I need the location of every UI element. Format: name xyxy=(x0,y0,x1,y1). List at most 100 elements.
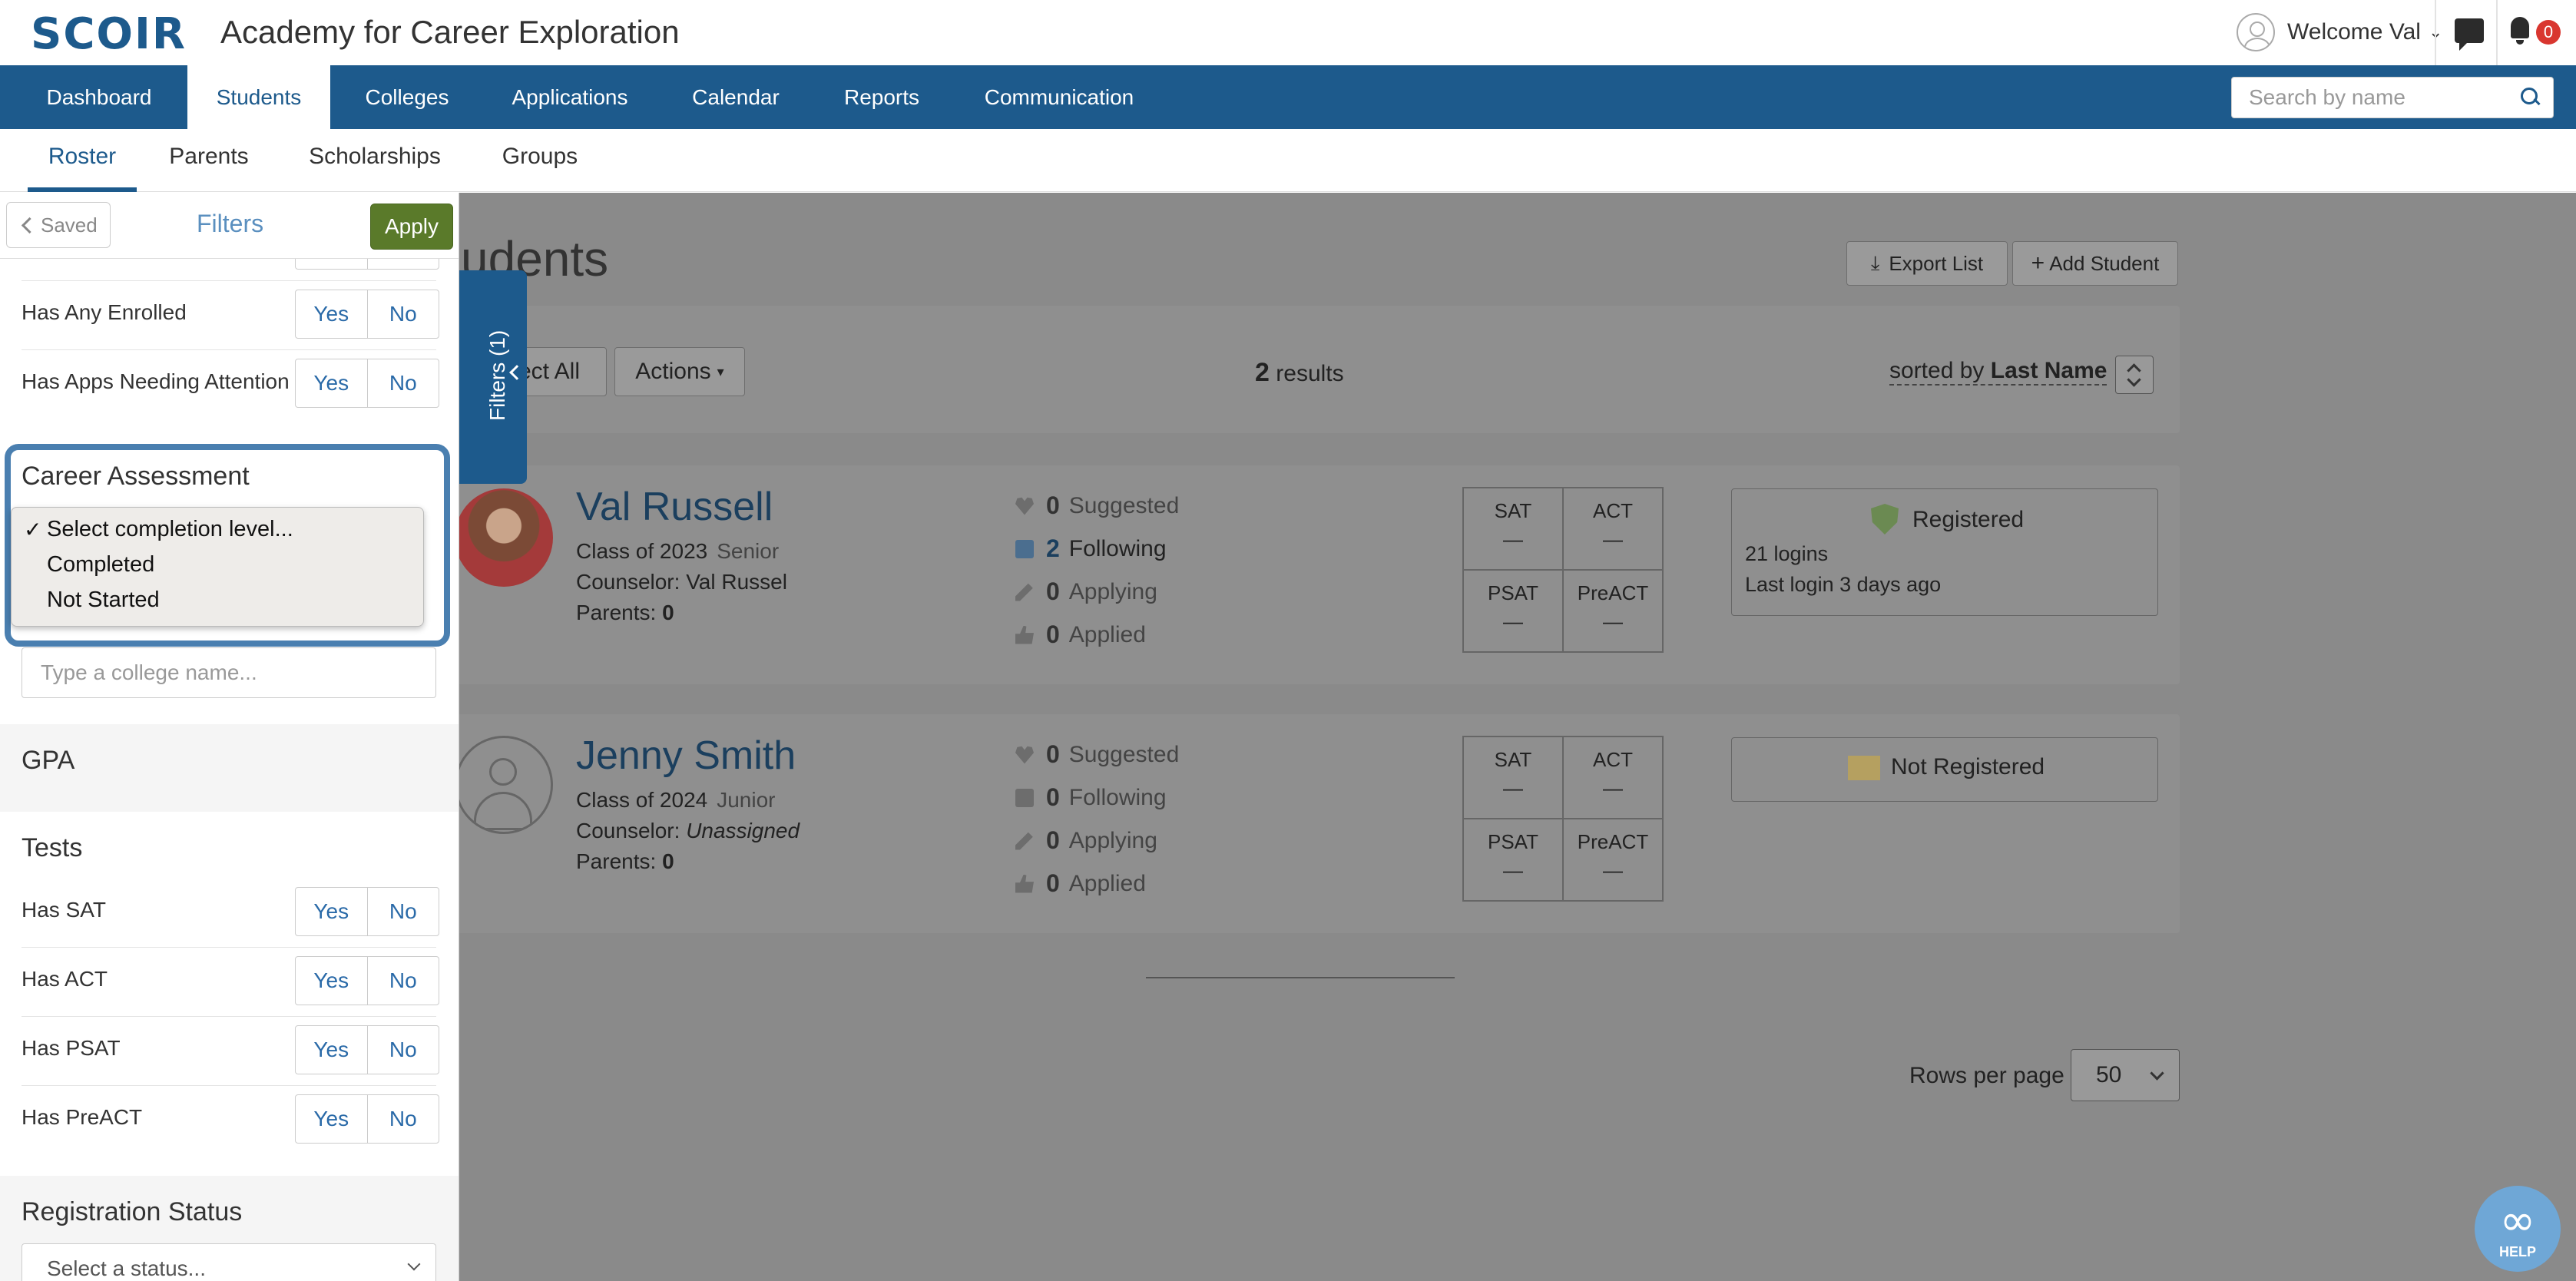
export-list-button[interactable]: ⤓ Export List xyxy=(1846,241,2008,286)
dropdown-option[interactable]: Select completion level... xyxy=(47,517,293,542)
applying-count: 0 xyxy=(1046,578,1060,605)
subnav-groups[interactable]: Groups xyxy=(490,129,590,192)
user-menu[interactable]: Welcome Val ⌄ xyxy=(2237,13,2442,51)
pencil-icon xyxy=(1015,583,1033,601)
help-button[interactable]: ∞ HELP xyxy=(2475,1186,2561,1272)
yes-option[interactable]: Yes xyxy=(296,359,367,407)
header-divider xyxy=(2496,0,2498,65)
filters-tab-label: Filters (1) xyxy=(485,329,509,421)
counselor-name: Val Russel xyxy=(686,570,787,594)
caret-down-icon: ▾ xyxy=(717,363,724,379)
last-login: Last login 3 days ago xyxy=(1745,573,1942,596)
add-student-button[interactable]: + Add Student xyxy=(2012,241,2178,286)
chat-icon[interactable] xyxy=(2455,18,2484,51)
saved-filters-button[interactable]: Saved xyxy=(6,202,111,248)
yes-option[interactable]: Yes xyxy=(296,1026,367,1074)
checkbox-icon xyxy=(1015,788,1034,807)
nav-colleges[interactable]: Colleges xyxy=(347,65,467,129)
nav-communication[interactable]: Communication xyxy=(969,65,1149,129)
attention-toggle: Yes No xyxy=(295,359,439,408)
results-number: 2 xyxy=(1255,358,1270,387)
suggested-label: Suggested xyxy=(1068,741,1180,767)
no-option[interactable]: No xyxy=(366,1095,439,1143)
subnav-roster[interactable]: Roster xyxy=(28,129,137,192)
yes-option[interactable]: Yes xyxy=(296,957,367,1005)
results-count: 2 results xyxy=(1255,358,1344,388)
no-option[interactable]: No xyxy=(366,1026,439,1074)
subnav-parents[interactable]: Parents xyxy=(158,129,260,192)
stat-applying: 0 Applying xyxy=(1015,826,1157,855)
nav-students[interactable]: Students xyxy=(187,65,330,129)
student-counselor: Counselor: Val Russel xyxy=(576,570,787,594)
nav-applications[interactable]: Applications xyxy=(492,65,648,129)
row-divider xyxy=(22,947,436,948)
score-value: — xyxy=(1503,610,1523,633)
counselor-label: Counselor: xyxy=(576,570,680,594)
results-label: results xyxy=(1276,361,1344,386)
score-label: ACT xyxy=(1593,499,1633,522)
infinity-icon: ∞ xyxy=(2499,1196,2536,1246)
nav-dashboard[interactable]: Dashboard xyxy=(28,65,171,129)
has-psat-toggle: Yes No xyxy=(295,1025,439,1074)
tests-title: Tests xyxy=(22,833,83,862)
sort-selector[interactable]: sorted by Last Name xyxy=(1889,358,2107,386)
yes-option[interactable]: Yes xyxy=(296,290,367,338)
rows-per-page-select[interactable]: 50 xyxy=(2071,1049,2180,1101)
score-value: — xyxy=(1603,610,1623,633)
no-option[interactable]: No xyxy=(366,359,439,407)
apply-button[interactable]: Apply xyxy=(370,204,453,250)
yes-option[interactable]: Yes xyxy=(296,1095,367,1143)
score-label: ACT xyxy=(1593,748,1633,771)
career-assessment-dropdown[interactable]: ✓ Select completion level... Completed N… xyxy=(11,507,424,627)
sort-direction-button[interactable] xyxy=(2115,356,2154,394)
student-parents: Parents: 0 xyxy=(576,601,674,625)
suggested-count: 0 xyxy=(1046,740,1060,768)
applied-label: Applied xyxy=(1068,621,1146,647)
student-photo xyxy=(455,488,553,587)
heart-icon xyxy=(1015,497,1034,515)
parents-label: Parents: xyxy=(576,849,657,873)
top-header: SCOIR Academy for Career Exploration Wel… xyxy=(0,0,2576,65)
actions-dropdown[interactable]: Actions ▾ xyxy=(614,347,745,396)
college-name-input[interactable] xyxy=(22,647,436,698)
score-value: — xyxy=(1603,528,1623,551)
following-label: Following xyxy=(1068,784,1167,810)
add-student-label: Add Student xyxy=(2049,251,2160,275)
bell-icon[interactable] xyxy=(2508,17,2531,45)
student-name-link[interactable]: Jenny Smith xyxy=(576,733,796,779)
no-option[interactable]: No xyxy=(366,888,439,935)
counselor-label: Counselor: xyxy=(576,819,680,842)
dropdown-option[interactable]: Completed xyxy=(47,552,154,578)
no-option[interactable]: No xyxy=(366,957,439,1005)
subnav-scholarships[interactable]: Scholarships xyxy=(298,129,452,192)
scoir-logo[interactable]: SCOIR xyxy=(31,9,187,59)
sorted-by-label: sorted by xyxy=(1889,358,1985,383)
search-input[interactable] xyxy=(2232,78,2508,118)
student-name-link[interactable]: Val Russell xyxy=(576,484,773,530)
score-label: PSAT xyxy=(1488,581,1538,604)
score-value: — xyxy=(1603,776,1623,799)
check-icon: ✓ xyxy=(24,518,42,541)
login-count: 21 logins xyxy=(1745,542,1829,565)
student-parents: Parents: 0 xyxy=(576,849,674,874)
stat-suggested: 0 Suggested xyxy=(1015,740,1179,769)
score-value: — xyxy=(1603,859,1623,882)
no-option[interactable]: No xyxy=(366,290,439,338)
registration-status-select[interactable]: Select a status... xyxy=(22,1243,436,1281)
yes-option[interactable]: Yes xyxy=(296,888,367,935)
student-class: Class of 2023 Senior xyxy=(576,539,779,564)
stat-following: 2 Following xyxy=(1015,535,1167,563)
dropdown-option[interactable]: Not Started xyxy=(47,588,160,613)
registration-status-title: Registration Status xyxy=(22,1197,243,1226)
parents-count: 0 xyxy=(662,849,674,873)
nav-calendar[interactable]: Calendar xyxy=(676,65,796,129)
org-title: Academy for Career Exploration xyxy=(220,14,680,50)
nav-reports[interactable]: Reports xyxy=(828,65,935,129)
score-value: — xyxy=(1503,859,1523,882)
following-label: Following xyxy=(1068,535,1167,561)
header-divider xyxy=(2435,0,2436,65)
search-icon[interactable] xyxy=(2521,88,2539,106)
score-sat: SAT — xyxy=(1463,488,1563,570)
score-label: SAT xyxy=(1494,748,1532,771)
thumbs-up-icon xyxy=(1015,625,1034,644)
